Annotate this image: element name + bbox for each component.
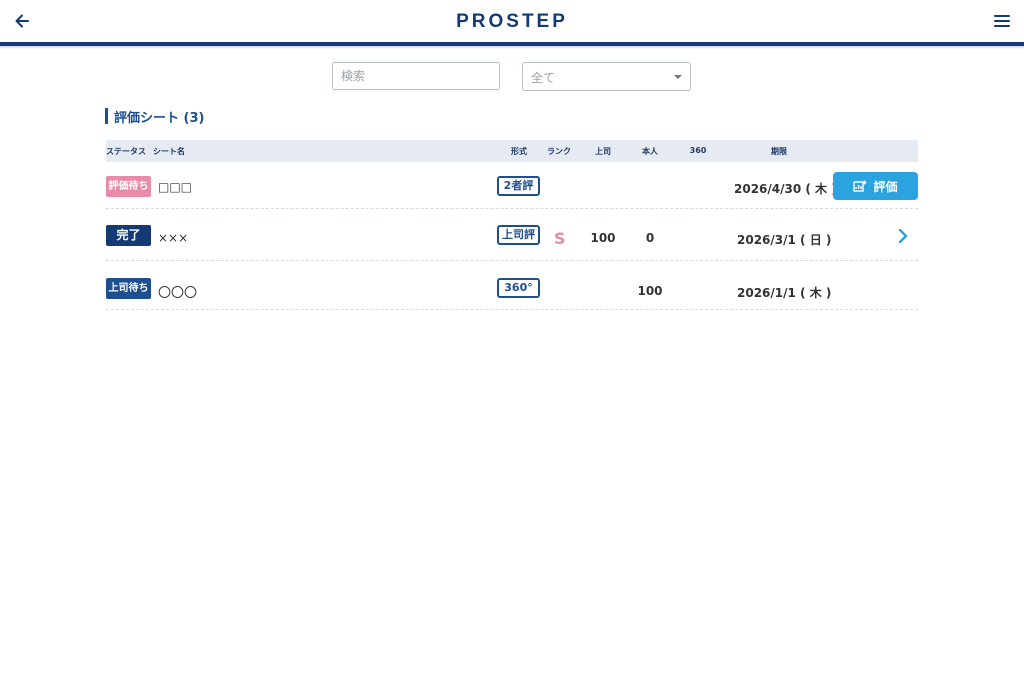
hamburger-menu-icon[interactable] (992, 11, 1012, 31)
logo-wordmark: PROSTEP (456, 11, 568, 32)
col-status: ステータス (106, 147, 146, 156)
self-score: 0 (645, 231, 655, 245)
col-type: 形式 (511, 147, 527, 156)
self-score: 100 (637, 284, 663, 298)
header-shadow (0, 46, 1024, 49)
table-row[interactable]: 上司待ち 〇〇〇 360° 100 2026/1/1 ( 木 ) (106, 260, 918, 310)
type-badge: 2者評 (497, 176, 540, 196)
svg-text:PROSTEP: PROSTEP (456, 11, 568, 32)
sheet-name: ××× (158, 231, 189, 245)
deadline-date: 2026/1/1 ( 木 ) (737, 286, 832, 300)
section-title-bar (105, 108, 108, 124)
deadline-date: 2026/4/30 ( 木 ) (734, 182, 837, 196)
chevron-right-icon[interactable] (896, 228, 910, 244)
type-badge: 上司評 (497, 225, 540, 245)
prostep-logo: PROSTEP (0, 9, 1024, 37)
rank-value: S (554, 229, 566, 248)
col-self: 本人 (642, 147, 658, 156)
col-deadline: 期限 (771, 147, 787, 156)
app-header: PROSTEP (0, 0, 1024, 42)
table-row[interactable]: 評価待ち □□□ 2者評 2026/4/30 ( 木 ) 評価 (106, 162, 918, 209)
filter-select[interactable]: 全て (522, 62, 691, 91)
col-boss: 上司 (595, 147, 611, 156)
status-badge: 完了 (106, 225, 151, 246)
filter-select-value: 全て (531, 71, 556, 85)
section-title: 評価シート (3) (105, 108, 205, 126)
search-input[interactable] (332, 62, 500, 90)
col-360: 360 (689, 146, 707, 155)
sheet-name: 〇〇〇 (158, 286, 198, 301)
deadline-date: 2026/3/1 ( 日 ) (737, 233, 832, 247)
dropdown-caret-icon (674, 75, 682, 79)
sheet-name: □□□ (158, 180, 193, 194)
col-name: シート名 (153, 147, 185, 156)
status-badge: 評価待ち (106, 176, 151, 197)
table-row[interactable]: 完了 ××× 上司評 S 100 0 2026/3/1 ( 日 ) (106, 208, 918, 261)
status-badge: 上司待ち (106, 278, 151, 299)
table-header: ステータス シート名 形式 ランク 上司 本人 360 期限 (106, 140, 918, 162)
boss-score: 100 (590, 231, 616, 245)
col-rank: ランク (547, 147, 571, 156)
evaluate-button-label: 評価 (873, 179, 898, 194)
section-title-text: 評価シート (3) (114, 110, 205, 126)
evaluate-button[interactable]: 評価 (833, 172, 918, 200)
type-badge: 360° (497, 278, 540, 298)
edit-chart-icon (853, 180, 867, 192)
